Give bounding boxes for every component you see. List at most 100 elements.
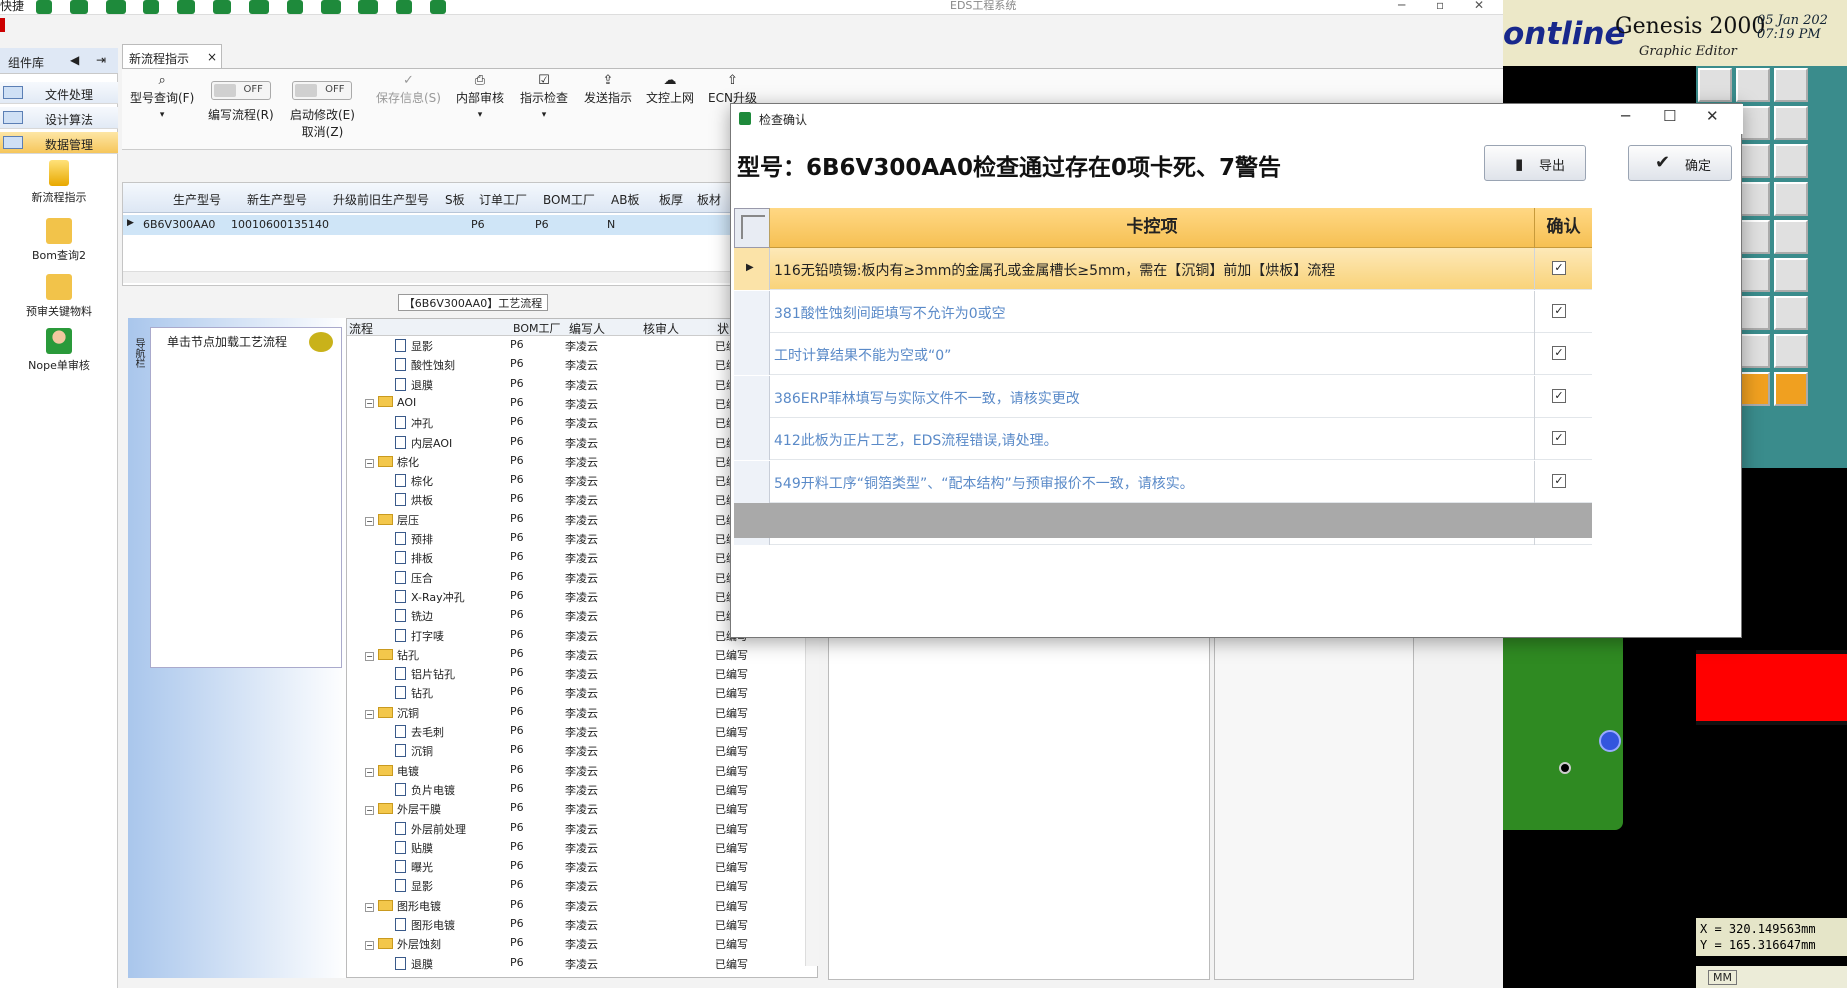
collapse-icon[interactable]: −: [365, 458, 374, 468]
confirm-checkbox[interactable]: ✓: [1552, 431, 1566, 445]
genesis-tool-undo-icon[interactable]: [1774, 372, 1808, 406]
collapse-icon[interactable]: −: [365, 709, 374, 719]
column-header[interactable]: 流程: [349, 320, 373, 337]
sidebar-item-data-management[interactable]: 数据管理: [0, 132, 118, 154]
tab-close-icon[interactable]: ×: [207, 50, 217, 64]
tool-bom-query[interactable]: Bom查询2: [0, 218, 118, 263]
image-icon[interactable]: [320, 0, 341, 14]
tree-row[interactable]: 退膜 P6 李凌云 已编写: [347, 954, 819, 973]
tree-row[interactable]: 去毛刺 P6 李凌云 已编写: [347, 722, 819, 741]
collapse-icon[interactable]: −: [365, 767, 374, 777]
tree-row[interactable]: 曝光 P6 李凌云 已编写: [347, 857, 819, 876]
tree-row[interactable]: 图形电镀 P6 李凌云 已编写: [347, 915, 819, 934]
column-header[interactable]: 新生产型号: [247, 191, 307, 208]
pin-icon[interactable]: ⇥: [96, 53, 106, 67]
control-item-row[interactable]: ▶ 116无铅喷锡:板内有≥3mm的金属孔或金属槽长≥5mm，需在【沉铜】前加【烘…: [734, 248, 1592, 290]
genesis-tool-home-icon[interactable]: [1774, 68, 1808, 102]
maximize-button[interactable]: ▫: [1436, 0, 1444, 12]
column-header-control-item[interactable]: 卡控项: [770, 208, 1534, 248]
column-header[interactable]: 板材: [697, 191, 721, 208]
start-modify-toggle[interactable]: 启动修改(E)取消(Z): [290, 81, 355, 140]
control-item-row[interactable]: 381酸性蚀刻间距填写不允许为0或空 ✓: [734, 290, 1592, 333]
genesis-tool-move-icon[interactable]: [1774, 144, 1808, 178]
genesis-tool-track-icon[interactable]: [1774, 334, 1808, 368]
model-query-button[interactable]: ⌕ 型号查询(F) ▾: [130, 74, 194, 120]
tree-row[interactable]: − 电镀 P6 李凌云 已编写: [347, 761, 819, 780]
tree-row[interactable]: 沉铜 P6 李凌云 已编写: [347, 741, 819, 760]
tool-new-flow-instruction[interactable]: 新流程指示: [0, 160, 118, 205]
confirm-checkbox[interactable]: ✓: [1552, 473, 1566, 488]
tree-row[interactable]: − 图形电镀 P6 李凌云 已编写: [347, 896, 819, 915]
nav-tab[interactable]: 导航栏: [131, 338, 146, 368]
collapse-left-icon[interactable]: ◀: [70, 53, 79, 67]
instruction-check-button[interactable]: ☑ 指示检查 ▾: [520, 74, 568, 120]
write-flow-toggle[interactable]: 编写流程(R): [208, 81, 274, 123]
scissors-icon[interactable]: [143, 0, 160, 14]
confirm-button[interactable]: ✔ 确定: [1628, 145, 1732, 181]
control-item-row[interactable]: 412此板为正片工艺，EDS流程错误,请处理。 ✓: [734, 418, 1592, 460]
confirm-checkbox[interactable]: ✓: [1552, 303, 1566, 318]
control-item-row[interactable]: 工时计算结果不能为空或“0” ✓: [734, 333, 1592, 375]
select-all-corner[interactable]: [734, 208, 770, 248]
genesis-tool-save-icon[interactable]: [1736, 68, 1770, 102]
genesis-tool-arc-icon[interactable]: [1774, 258, 1808, 292]
column-header[interactable]: 编写人: [569, 320, 605, 337]
internal-review-button[interactable]: ⎙ 内部审核 ▾: [456, 74, 504, 120]
minimize-button[interactable]: ─: [1621, 107, 1630, 125]
copy-icon[interactable]: [213, 0, 232, 14]
tree-row[interactable]: − 沉铜 P6 李凌云 已编写: [347, 703, 819, 722]
minimize-button[interactable]: ─: [1398, 0, 1405, 12]
tab-new-flow-instruction[interactable]: 新流程指示 ×: [122, 44, 222, 68]
genesis-tool-grid-icon[interactable]: [1774, 182, 1808, 216]
column-header[interactable]: 板厚: [659, 191, 683, 208]
tree-row[interactable]: 显影 P6 李凌云 已编写: [347, 876, 819, 895]
close-button[interactable]: ✕: [1706, 107, 1719, 125]
user-icon[interactable]: [286, 0, 303, 14]
tool-nope-review[interactable]: Nope单审核: [0, 328, 118, 373]
monitor-icon[interactable]: [358, 0, 379, 14]
column-header[interactable]: 生产型号: [173, 191, 221, 208]
collapse-icon[interactable]: −: [365, 806, 374, 816]
tree-row[interactable]: 负片电镀 P6 李凌云 已编写: [347, 780, 819, 799]
column-header[interactable]: S板: [445, 191, 465, 208]
grid-icon[interactable]: [248, 0, 269, 14]
tree-row[interactable]: − 外层蚀刻 P6 李凌云 已编写: [347, 934, 819, 953]
row-header[interactable]: [734, 460, 770, 503]
tool-prereview-material[interactable]: 预审关键物料: [0, 274, 118, 319]
save-info-button[interactable]: ✓ 保存信息(S): [376, 74, 441, 106]
calendar-icon[interactable]: [177, 0, 196, 14]
collapse-icon[interactable]: −: [365, 902, 374, 912]
ecn-upgrade-button[interactable]: ⇧ ECN升级: [708, 74, 757, 106]
maximize-button[interactable]: ☐: [1663, 107, 1676, 125]
collapse-icon[interactable]: −: [365, 651, 374, 661]
tree-row[interactable]: − 外层干膜 P6 李凌云 已编写: [347, 799, 819, 818]
unit-button[interactable]: MM: [1708, 970, 1737, 985]
column-header[interactable]: BOM工厂: [513, 320, 561, 336]
genesis-tool-exit-icon[interactable]: [1774, 106, 1808, 140]
sidebar-item-design-algorithm[interactable]: 设计算法: [0, 107, 118, 129]
horizontal-scrollbar[interactable]: [123, 271, 733, 283]
column-header[interactable]: 状: [717, 320, 729, 337]
tree-row[interactable]: 贴膜 P6 李凌云 已编写: [347, 838, 819, 857]
tree-row[interactable]: 外层前处理 P6 李凌云 已编写: [347, 819, 819, 838]
document-icon[interactable]: [430, 0, 447, 14]
genesis-tool-dot-icon[interactable]: [1774, 220, 1808, 254]
confirm-checkbox[interactable]: ✓: [1552, 388, 1566, 403]
column-header-confirm[interactable]: 确认: [1534, 208, 1592, 248]
sidebar-item-file-processing[interactable]: 文件处理: [0, 82, 118, 104]
search-icon[interactable]: [36, 0, 52, 14]
doc-control-online-button[interactable]: ☁ 文控上网: [646, 74, 694, 106]
column-header[interactable]: 订单工厂: [479, 191, 527, 208]
column-header[interactable]: 核审人: [643, 320, 679, 337]
row-header[interactable]: [734, 333, 770, 375]
collapse-icon[interactable]: −: [365, 398, 374, 408]
genesis-tool-open-icon[interactable]: [1698, 68, 1732, 102]
toggle-switch[interactable]: [292, 81, 353, 100]
collapse-icon[interactable]: −: [365, 516, 374, 526]
control-item-row[interactable]: 549开料工序“铜箔类型”、“配本结构”与预审报价不一致，请核实。 ✓: [734, 460, 1592, 503]
close-button[interactable]: ✕: [1474, 0, 1484, 12]
collapse-icon[interactable]: −: [365, 941, 374, 951]
table-row[interactable]: ▶ 6B6V300AA0 10010600135140 P6 P6 N: [123, 215, 733, 235]
export-button[interactable]: ▮ 导出: [1484, 145, 1586, 181]
row-header[interactable]: [734, 375, 770, 418]
